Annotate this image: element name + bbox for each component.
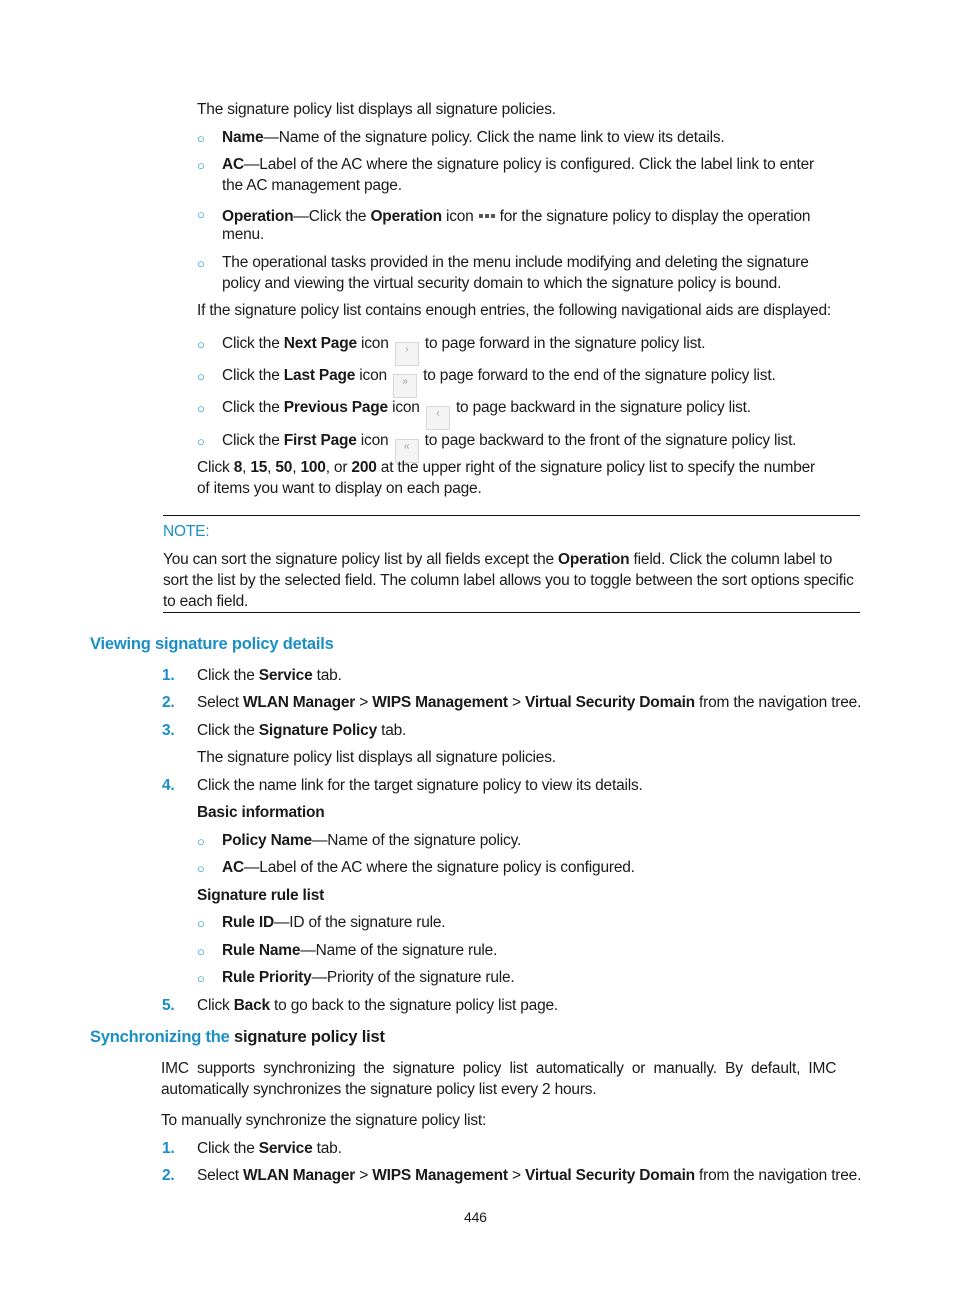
operational-tasks-text-cont: policy and viewing the virtual security …	[222, 275, 782, 292]
sync-paragraph-line-1: IMC supports synchronizing the signature…	[161, 1060, 837, 1077]
next-page-icon: ›	[394, 342, 419, 366]
field-ac-desc: AC—Label of the AC where the signature p…	[222, 156, 815, 173]
bullet-icon: ○	[197, 434, 205, 449]
page-size-text-cont: of items you want to display on each pag…	[197, 480, 482, 497]
nav-aid-previous: Click the Previous Page icon ‹ to page b…	[222, 399, 751, 430]
nav-aid-last: Click the Last Page icon » to page forwa…	[222, 367, 776, 398]
basic-info-item: AC—Label of the AC where the signature p…	[222, 859, 635, 876]
section-heading-viewing: Viewing signature policy details	[90, 635, 334, 653]
note-top-rule	[163, 515, 860, 516]
note-line-3: to each field.	[163, 593, 249, 610]
view-step-2: Select WLAN Manager > WIPS Management > …	[197, 694, 862, 711]
view-step-5: Click Back to go back to the signature p…	[197, 997, 559, 1014]
view-step-1: Click the Service tab.	[197, 667, 342, 684]
sync-paragraph-line-2: automatically synchronizes the signature…	[161, 1081, 597, 1098]
bullet-icon: ○	[197, 916, 205, 931]
bullet-icon: ○	[197, 131, 205, 146]
step-number: 1.	[162, 1140, 175, 1157]
note-line-1: You can sort the signature policy list b…	[163, 551, 833, 568]
rule-list-item: Rule Priority—Priority of the signature …	[222, 969, 515, 986]
view-step-3: Click the Signature Policy tab.	[197, 722, 407, 739]
bullet-icon: ○	[197, 401, 205, 416]
rule-list-item: Rule Name—Name of the signature rule.	[222, 942, 498, 959]
sync-step-1: Click the Service tab.	[197, 1140, 342, 1157]
bullet-icon: ○	[197, 158, 205, 173]
basic-info-title: Basic information	[197, 804, 325, 821]
previous-page-icon: ‹	[425, 406, 450, 430]
nav-aids-intro: If the signature policy list contains en…	[197, 302, 831, 319]
intro-text: The signature policy list displays all s…	[197, 101, 556, 118]
view-step-4: Click the name link for the target signa…	[197, 777, 643, 794]
bullet-icon: ○	[197, 369, 205, 384]
sync-manual-intro: To manually synchronize the signature po…	[161, 1112, 487, 1129]
step-number: 2.	[162, 694, 175, 711]
bullet-icon: ○	[197, 207, 205, 222]
basic-info-item: Policy Name—Name of the signature policy…	[222, 832, 522, 849]
step-number: 4.	[162, 777, 175, 794]
bullet-icon: ○	[197, 834, 205, 849]
page-number: 446	[464, 1209, 487, 1225]
bullet-icon: ○	[197, 256, 205, 271]
step-number: 5.	[162, 997, 175, 1014]
bullet-icon: ○	[197, 337, 205, 352]
bullet-icon: ○	[197, 861, 205, 876]
field-ac-desc-cont: the AC management page.	[222, 177, 402, 194]
bullet-icon: ○	[197, 944, 205, 959]
last-page-icon: »	[393, 374, 418, 398]
rule-list-title: Signature rule list	[197, 887, 325, 904]
note-bottom-rule	[163, 612, 860, 613]
step-number: 1.	[162, 667, 175, 684]
page-size-text: Click 8, 15, 50, 100, or 200 at the uppe…	[197, 459, 816, 476]
operational-tasks-text: The operational tasks provided in the me…	[222, 254, 809, 271]
step-number: 3.	[162, 722, 175, 739]
view-step-3-result: The signature policy list displays all s…	[197, 749, 556, 766]
field-name-desc: Name—Name of the signature policy. Click…	[222, 129, 725, 146]
field-operation-desc: Operation—Click the Operation icon for th…	[222, 205, 811, 226]
bullet-icon: ○	[197, 971, 205, 986]
nav-aid-next: Click the Next Page icon › to page forwa…	[222, 335, 706, 366]
section-heading-sync: Synchronizing the signature policy list	[90, 1028, 385, 1046]
note-title: NOTE:	[163, 523, 210, 540]
field-operation-desc-cont: menu.	[222, 226, 265, 243]
note-line-2: sort the list by the selected field. The…	[163, 572, 854, 589]
rule-list-item: Rule ID—ID of the signature rule.	[222, 914, 446, 931]
sync-step-2: Select WLAN Manager > WIPS Management > …	[197, 1167, 862, 1184]
more-dots-icon	[478, 205, 496, 223]
step-number: 2.	[162, 1167, 175, 1184]
